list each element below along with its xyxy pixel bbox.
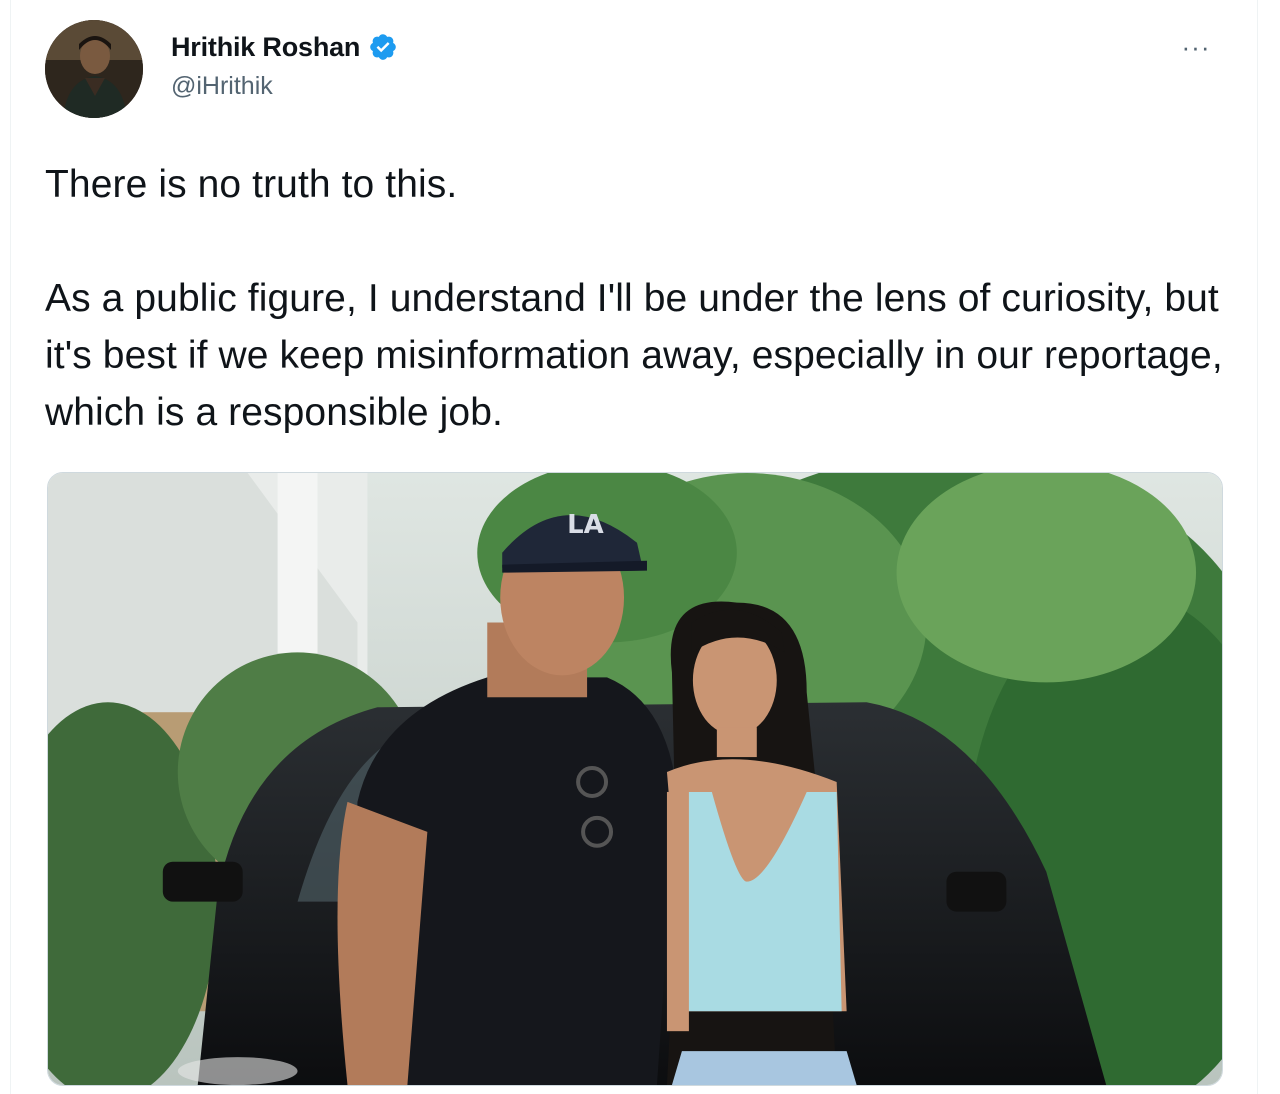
tweet-photo[interactable]: LA bbox=[47, 472, 1223, 1086]
tweet-paragraph-2: As a public figure, I understand I'll be… bbox=[45, 277, 1223, 434]
more-options-button[interactable]: ··· bbox=[1173, 30, 1219, 64]
cap-logo: LA bbox=[567, 510, 604, 540]
tweet-paragraph-1: There is no truth to this. bbox=[45, 163, 458, 206]
tweet-card: Hrithik Roshan @iHrithik ··· There is no… bbox=[10, 0, 1258, 1094]
author-avatar[interactable] bbox=[45, 20, 143, 118]
verified-badge-icon bbox=[370, 34, 397, 60]
avatar-photo-icon bbox=[45, 20, 143, 118]
tweet-text: There is no truth to this. As a public f… bbox=[45, 156, 1235, 441]
more-dots-icon: ··· bbox=[1181, 32, 1211, 62]
author-display-name[interactable]: Hrithik Roshan bbox=[171, 32, 360, 63]
author-handle[interactable]: @iHrithik bbox=[171, 72, 273, 101]
author-name-row: Hrithik Roshan bbox=[171, 30, 398, 64]
photo-two-people-in-front-of-car-icon: LA bbox=[48, 473, 1222, 1085]
